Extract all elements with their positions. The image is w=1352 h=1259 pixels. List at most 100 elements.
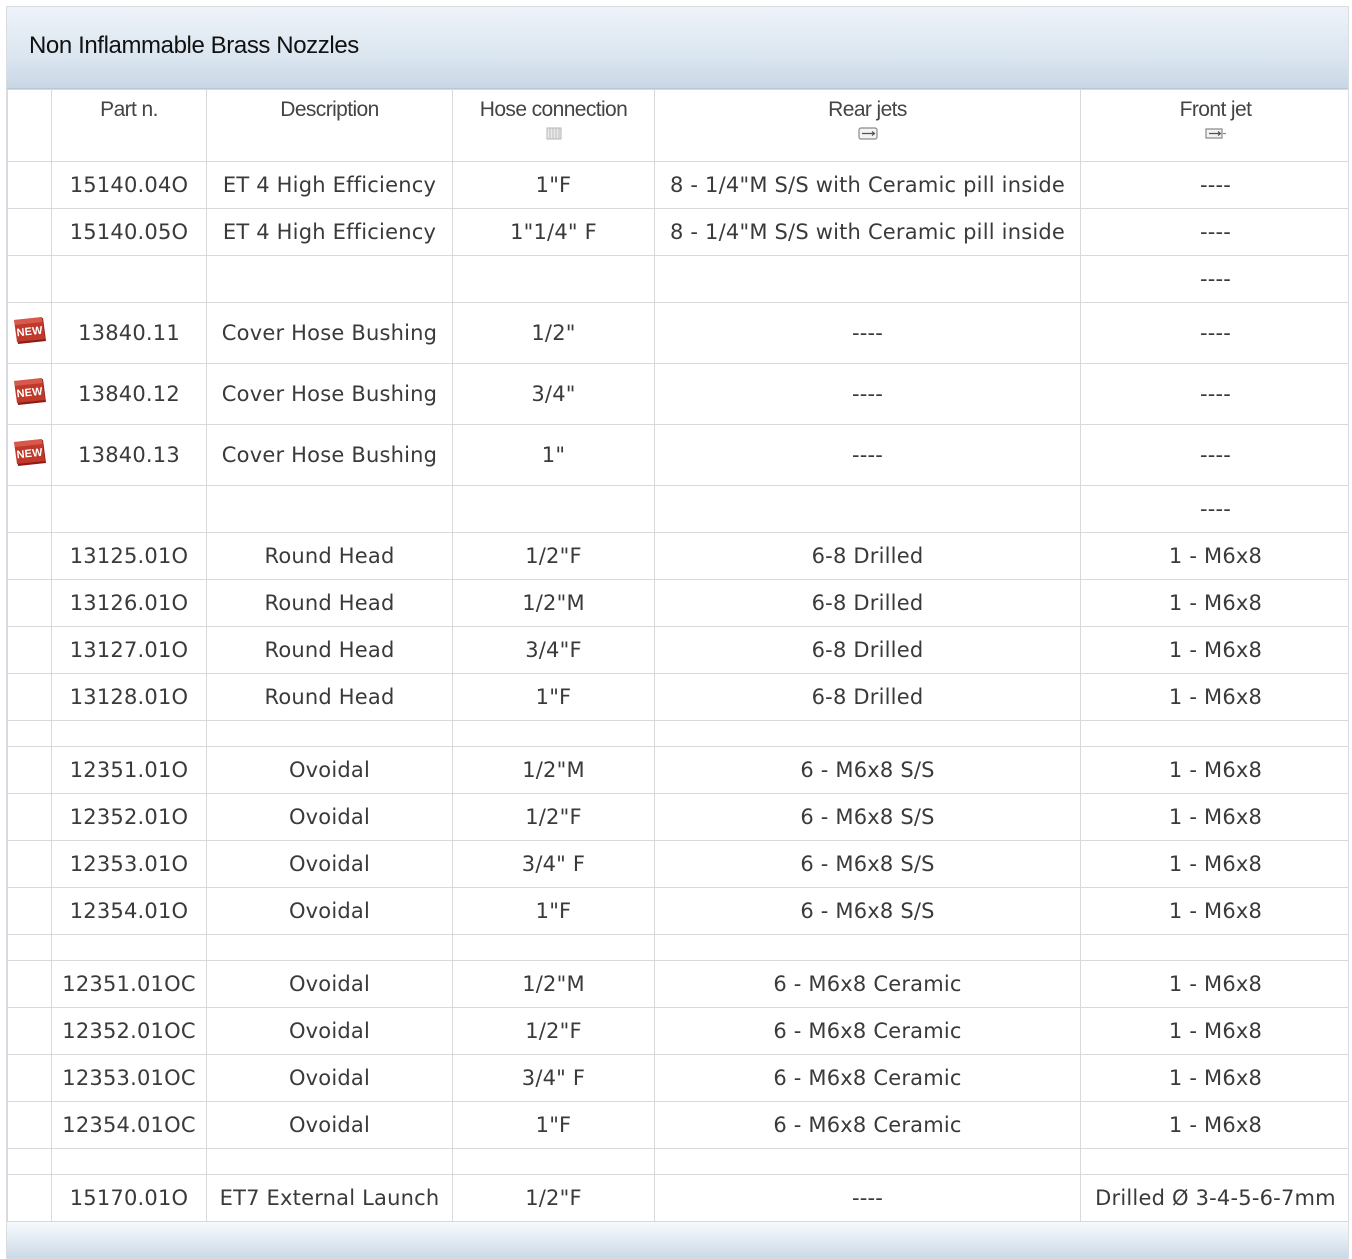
empty-cell — [206, 255, 453, 303]
badge-cell — [7, 161, 52, 209]
part-number-cell: 13840.13 — [51, 424, 207, 486]
badge-cell — [7, 746, 52, 794]
rear-jets-cell: 6-8 Drilled — [654, 626, 1081, 674]
part-number-cell: 12352.01O — [51, 793, 207, 841]
badge-column-header — [7, 89, 52, 162]
part-number-cell: 13128.01O — [51, 673, 207, 721]
empty-cell — [206, 934, 453, 961]
table-header-row: Part n. Description Hose connection Rear… — [7, 89, 1348, 162]
rear-jets-cell: ---- — [654, 363, 1081, 425]
empty-cell — [452, 934, 655, 961]
hose-connection-cell: 3/4" F — [452, 840, 655, 888]
hose-connection-cell: 1/2"M — [452, 960, 655, 1008]
table-row: 13126.01O Round Head 1/2"M 6-8 Drilled 1 - M… — [7, 579, 1348, 627]
rear-jets-cell: ---- — [654, 424, 1081, 486]
rear-jets-cell: 6-8 Drilled — [654, 579, 1081, 627]
part-number-cell: 13840.11 — [51, 302, 207, 364]
table-row: 12353.01OC Ovoidal 3/4" F6 - M6x8 Ceramic 1… — [7, 1054, 1348, 1102]
front-jet-cell — [1080, 720, 1348, 747]
empty-cell — [51, 255, 207, 303]
front-jet-cell: ---- — [1080, 302, 1348, 364]
front-jet-cell: Drilled Ø 3-4-5-6-7mm — [1080, 1174, 1348, 1222]
separator-row: ---- — [7, 485, 1348, 533]
front-jet-cell: 1 - M6x8 — [1080, 626, 1348, 674]
part-header-label: Part n. — [100, 98, 158, 121]
front-jet-cell: ---- — [1080, 255, 1348, 303]
front-column-header: Front jet — [1080, 89, 1348, 162]
empty-cell — [452, 1148, 655, 1175]
new-badge-icon: NEW — [12, 377, 48, 407]
badge-cell — [7, 208, 52, 256]
rear-jets-cell: 6 - M6x8 S/S — [654, 887, 1081, 935]
rear-jets-cell: 8 - 1/4"M S/S with Ceramic pill inside — [654, 161, 1081, 209]
rear-jets-cell: 6 - M6x8 Ceramic — [654, 1101, 1081, 1149]
part-number-cell: 12353.01O — [51, 840, 207, 888]
part-number-cell: 13125.01O — [51, 532, 207, 580]
hose-connection-cell: 1/2"F — [452, 1174, 655, 1222]
description-cell: Cover Hose Bushing — [206, 424, 453, 486]
table-row: 12353.01O Ovoidal 3/4" F6 - M6x8 S/S 1 - M6… — [7, 840, 1348, 888]
description-cell: Cover Hose Bushing — [206, 302, 453, 364]
front-jet-cell: 1 - M6x8 — [1080, 1101, 1348, 1149]
front-jet-cell: 1 - M6x8 — [1080, 840, 1348, 888]
hose-connection-cell: 1"1/4" F — [452, 208, 655, 256]
hose-connection-cell: 1/2"M — [452, 746, 655, 794]
table-row: 13125.01O Round Head 1/2"F 6-8 Drilled 1 - M… — [7, 532, 1348, 580]
hose-connection-cell: 1" — [452, 424, 655, 486]
part-number-cell: 12351.01O — [51, 746, 207, 794]
table-row: 12351.01OC Ovoidal 1/2"M 6 - M6x8 Ceramic 1 … — [7, 960, 1348, 1008]
description-cell: ET 4 High Efficiency — [206, 161, 453, 209]
badge-cell — [7, 1174, 52, 1222]
rear-jets-cell: 6-8 Drilled — [654, 532, 1081, 580]
front-jet-cell: 1 - M6x8 — [1080, 673, 1348, 721]
front-jet-cell: ---- — [1080, 485, 1348, 533]
front-jet-cell: 1 - M6x8 — [1080, 1054, 1348, 1102]
separator-row — [7, 1148, 1348, 1175]
part-number-cell: 15170.01O — [51, 1174, 207, 1222]
hose-connection-cell: 1"F — [452, 1101, 655, 1149]
hose-connection-cell: 3/4" — [452, 363, 655, 425]
empty-cell — [654, 1148, 1081, 1175]
table-row: 15140.04O ET 4 High Efficiency 1"F 8 - 1/4"… — [7, 161, 1348, 209]
description-cell: Ovoidal — [206, 960, 453, 1008]
front-jet-cell: 1 - M6x8 — [1080, 532, 1348, 580]
separator-row — [7, 934, 1348, 961]
hose-connection-icon — [546, 127, 561, 140]
table-row: 15170.01O ET7 External Launch 1/2"F ---- Dri… — [7, 1174, 1348, 1222]
description-column-header: Description — [206, 89, 453, 162]
table-row: NEW 13840.12 Cover Hose Bushing 3/4" ---- ---… — [7, 363, 1348, 425]
separator-row — [7, 720, 1348, 747]
empty-cell — [51, 934, 207, 961]
hose-connection-cell: 1"F — [452, 161, 655, 209]
rear-jets-cell: 8 - 1/4"M S/S with Ceramic pill inside — [654, 208, 1081, 256]
empty-cell — [206, 720, 453, 747]
part-number-cell: 13127.01O — [51, 626, 207, 674]
rear-jets-cell: 6 - M6x8 Ceramic — [654, 1054, 1081, 1102]
front-jet-cell: 1 - M6x8 — [1080, 746, 1348, 794]
part-number-cell: 12353.01OC — [51, 1054, 207, 1102]
description-cell: Ovoidal — [206, 887, 453, 935]
description-cell: Ovoidal — [206, 746, 453, 794]
empty-cell — [206, 485, 453, 533]
description-cell: Ovoidal — [206, 1007, 453, 1055]
part-number-cell: 12352.01OC — [51, 1007, 207, 1055]
front-jet-cell: 1 - M6x8 — [1080, 793, 1348, 841]
empty-cell — [206, 1148, 453, 1175]
hose-column-header: Hose connection — [452, 89, 655, 162]
badge-cell — [7, 793, 52, 841]
badge-cell — [7, 1101, 52, 1149]
rear-jets-cell: 6 - M6x8 Ceramic — [654, 960, 1081, 1008]
part-column-header: Part n. — [51, 89, 207, 162]
badge-cell — [7, 532, 52, 580]
hose-connection-cell: 1/2"F — [452, 793, 655, 841]
rear-jets-cell: ---- — [654, 302, 1081, 364]
empty-cell — [452, 485, 655, 533]
front-jet-cell: 1 - M6x8 — [1080, 887, 1348, 935]
hose-connection-cell: 3/4" F — [452, 1054, 655, 1102]
panel-title: Non Inflammable Brass Nozzles — [29, 31, 359, 59]
nozzle-table: Part n. Description Hose connection Rear… — [7, 89, 1348, 1222]
rear-jets-cell: 6 - M6x8 S/S — [654, 793, 1081, 841]
rear-jets-cell: 6 - M6x8 Ceramic — [654, 1007, 1081, 1055]
front-jet-cell: ---- — [1080, 208, 1348, 256]
table-row: NEW 13840.11 Cover Hose Bushing 1/2" ---- ---… — [7, 302, 1348, 364]
